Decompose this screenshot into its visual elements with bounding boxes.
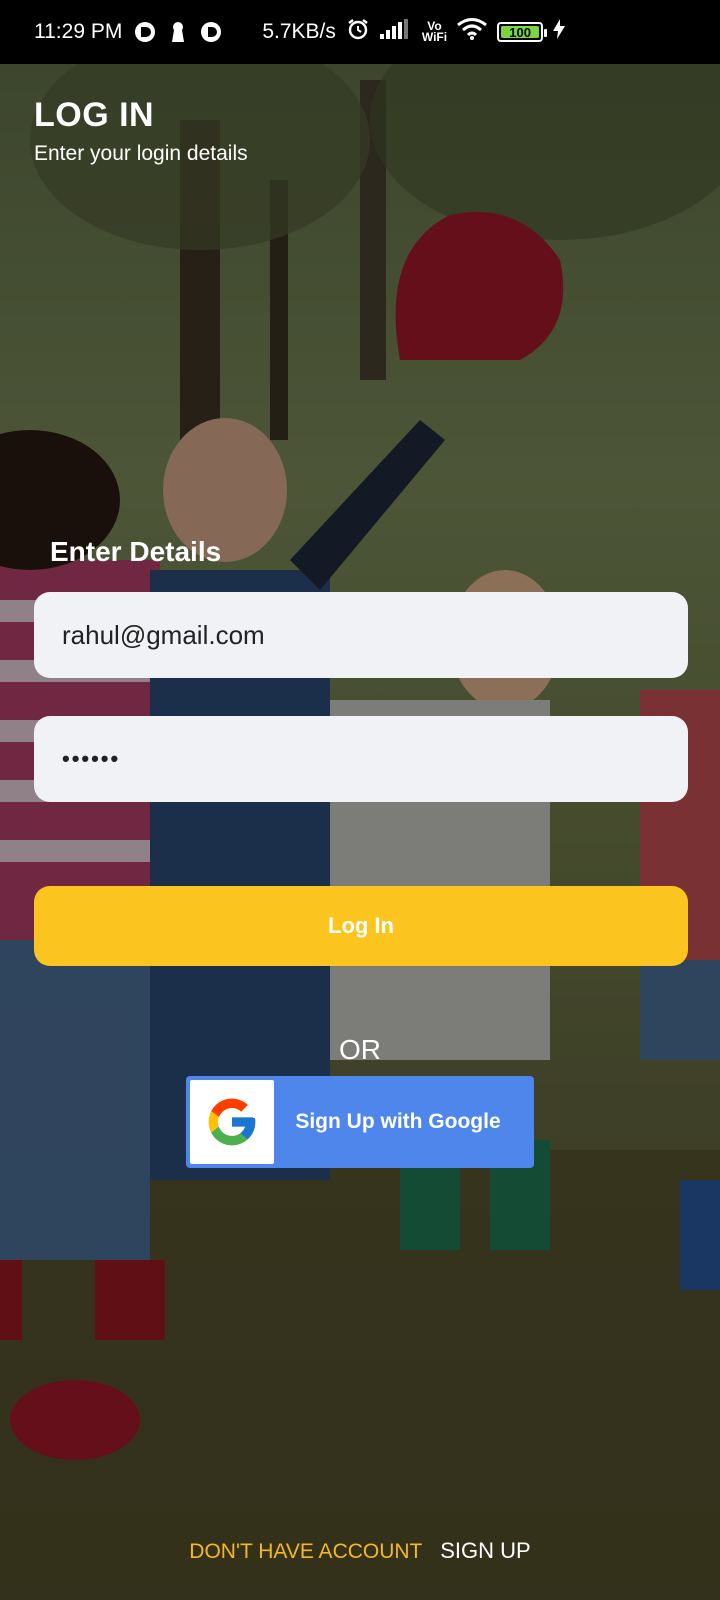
wifi-icon (457, 18, 488, 46)
email-input[interactable] (62, 619, 660, 651)
charging-icon (553, 19, 566, 45)
alarm-icon (346, 17, 370, 47)
login-button-label: Log In (328, 913, 394, 938)
google-signup-label: Sign Up with Google (295, 1110, 501, 1133)
battery-icon: 100 (497, 22, 548, 42)
email-field[interactable] (34, 592, 688, 678)
google-signup-button[interactable]: Sign Up with Google (186, 1076, 534, 1168)
enter-details-label: Enter Details (50, 536, 222, 567)
page-subtitle: Enter your login details (34, 142, 248, 165)
google-logo-icon (190, 1080, 274, 1164)
page-title: LOG IN (34, 96, 155, 134)
network-speed: 5.7KB/s (262, 20, 336, 43)
signup-link[interactable]: SIGN UP (440, 1538, 530, 1563)
battery-level: 100 (509, 24, 531, 40)
vowifi-bottom: WiFi (421, 30, 448, 44)
keyhole-icon (170, 21, 186, 43)
notification-icon (134, 21, 156, 43)
no-account-text: DON'T HAVE ACCOUNT (189, 1540, 423, 1563)
status-time: 11:29 PM (34, 20, 123, 43)
login-button[interactable]: Log In (34, 886, 688, 966)
notification-icon-2 (200, 21, 222, 43)
signal-icon (379, 19, 412, 45)
or-divider: OR (339, 1034, 381, 1065)
password-input[interactable] (62, 746, 660, 772)
status-bar: 11:29 PM 5.7KB/s Vo WiFi 100 (0, 0, 720, 64)
vowifi-icon: Vo WiFi (421, 20, 448, 44)
password-field[interactable] (34, 716, 688, 802)
signup-prompt: DON'T HAVE ACCOUNT SIGN UP (0, 1538, 720, 1564)
